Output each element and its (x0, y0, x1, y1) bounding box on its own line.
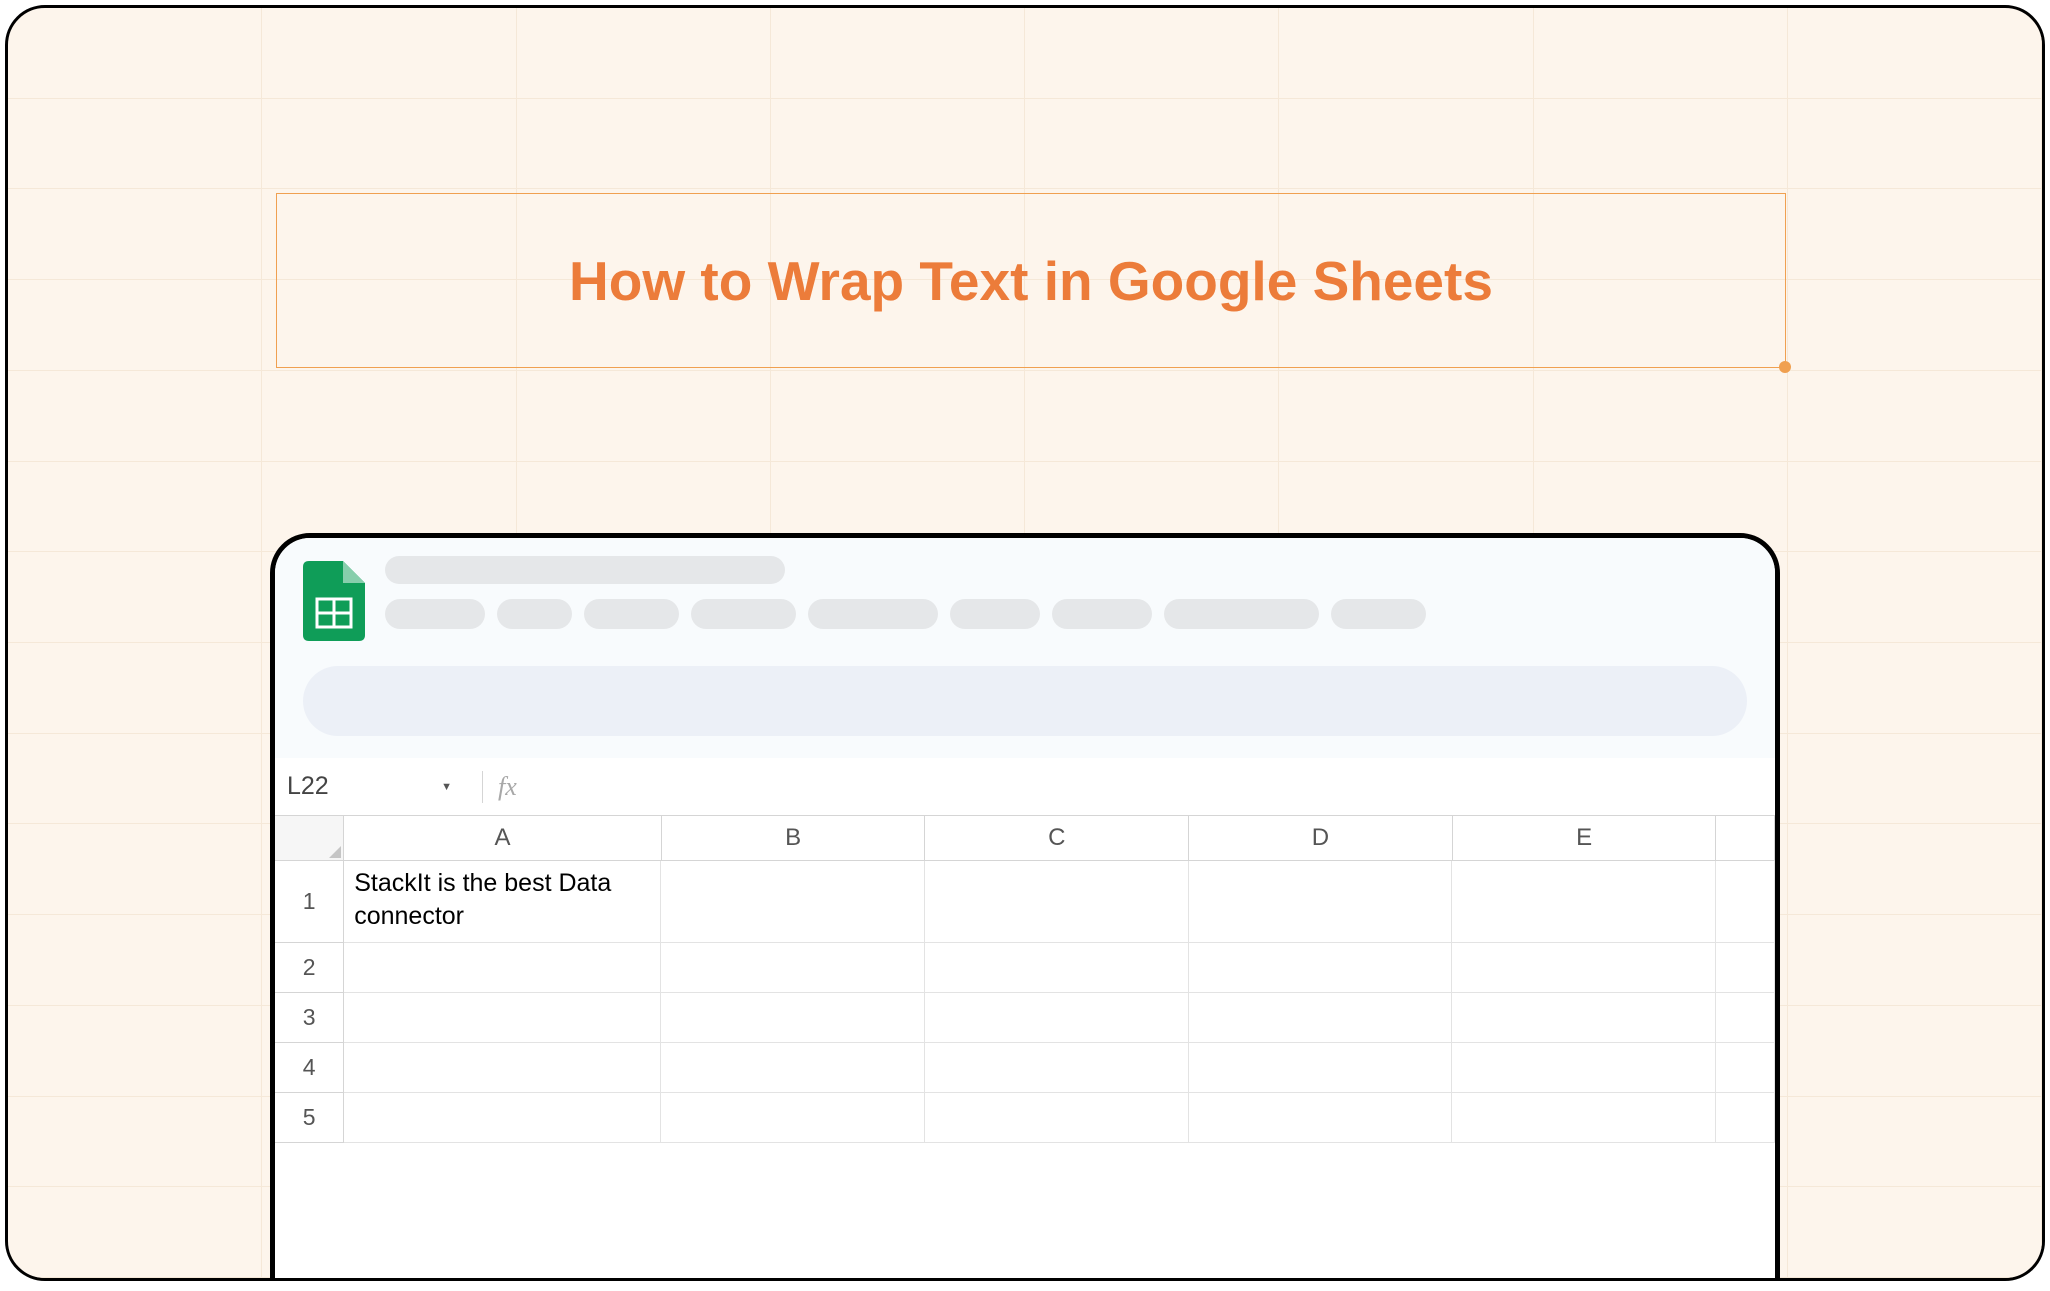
row-header-4[interactable]: 4 (275, 1043, 344, 1093)
row-header-3[interactable]: 3 (275, 993, 344, 1043)
table-row: 4 (275, 1043, 1775, 1093)
menu-item[interactable] (497, 599, 572, 629)
row-header-1[interactable]: 1 (275, 861, 344, 943)
cell-d1[interactable] (1189, 861, 1453, 943)
cell-c2[interactable] (925, 943, 1189, 993)
fx-label: fx (498, 772, 517, 802)
column-header-b[interactable]: B (662, 816, 926, 861)
cell-a4[interactable] (344, 1043, 661, 1093)
name-box[interactable]: L22 ▼ (287, 772, 467, 801)
spreadsheet-grid: A B C D E 1 StackIt is the best Data con… (275, 816, 1775, 1143)
column-header-e[interactable]: E (1453, 816, 1717, 861)
column-header-a[interactable]: A (344, 816, 661, 861)
cell-b4[interactable] (661, 1043, 925, 1093)
cell-c3[interactable] (925, 993, 1189, 1043)
cell-b1[interactable] (661, 861, 925, 943)
column-header-c[interactable]: C (925, 816, 1189, 861)
cell-e1[interactable] (1452, 861, 1716, 943)
selection-handle[interactable] (1779, 361, 1791, 373)
divider (482, 771, 483, 803)
sheets-window: L22 ▼ fx A B C D E 1 StackIt is the best… (270, 533, 1780, 1281)
menu-item[interactable] (385, 599, 485, 629)
menu-item[interactable] (950, 599, 1040, 629)
column-headers: A B C D E (275, 816, 1775, 861)
document-title-placeholder[interactable] (385, 556, 785, 584)
table-row: 5 (275, 1093, 1775, 1143)
table-row: 3 (275, 993, 1775, 1043)
menu-item[interactable] (1164, 599, 1319, 629)
toolbar-area (275, 666, 1775, 758)
cell-a2[interactable] (344, 943, 661, 993)
cell-a3[interactable] (344, 993, 661, 1043)
table-row: 1 StackIt is the best Data connector (275, 861, 1775, 943)
cell-f3[interactable] (1716, 993, 1775, 1043)
cell-d3[interactable] (1189, 993, 1453, 1043)
cell-c4[interactable] (925, 1043, 1189, 1093)
name-box-value: L22 (287, 772, 329, 801)
column-header-d[interactable]: D (1189, 816, 1453, 861)
cell-b3[interactable] (661, 993, 925, 1043)
cell-e2[interactable] (1452, 943, 1716, 993)
page-title: How to Wrap Text in Google Sheets (569, 249, 1493, 313)
cell-f1[interactable] (1716, 861, 1775, 943)
cell-f4[interactable] (1716, 1043, 1775, 1093)
menu-item[interactable] (691, 599, 796, 629)
toolbar-placeholder[interactable] (303, 666, 1747, 736)
menu-row (385, 599, 1747, 629)
name-box-row: L22 ▼ fx (275, 758, 1775, 816)
cell-e5[interactable] (1452, 1093, 1716, 1143)
menu-item[interactable] (808, 599, 938, 629)
title-cell: How to Wrap Text in Google Sheets (276, 193, 1786, 368)
cell-d2[interactable] (1189, 943, 1453, 993)
cell-a1[interactable]: StackIt is the best Data connector (344, 861, 661, 943)
cell-f2[interactable] (1716, 943, 1775, 993)
chevron-down-icon[interactable]: ▼ (441, 781, 452, 793)
menu-item[interactable] (1052, 599, 1152, 629)
select-all-corner[interactable] (275, 816, 344, 861)
cell-d4[interactable] (1189, 1043, 1453, 1093)
table-row: 2 (275, 943, 1775, 993)
cell-d5[interactable] (1189, 1093, 1453, 1143)
sheets-logo-icon (303, 561, 365, 646)
cell-c1[interactable] (925, 861, 1189, 943)
row-header-5[interactable]: 5 (275, 1093, 344, 1143)
cell-b5[interactable] (661, 1093, 925, 1143)
cell-f5[interactable] (1716, 1093, 1775, 1143)
cell-e3[interactable] (1452, 993, 1716, 1043)
outer-frame: How to Wrap Text in Google Sheets (5, 5, 2045, 1281)
cell-c5[interactable] (925, 1093, 1189, 1143)
menu-item[interactable] (584, 599, 679, 629)
cell-e4[interactable] (1452, 1043, 1716, 1093)
cell-a5[interactable] (344, 1093, 661, 1143)
sheets-header (275, 538, 1775, 666)
menu-item[interactable] (1331, 599, 1426, 629)
cell-b2[interactable] (661, 943, 925, 993)
row-header-2[interactable]: 2 (275, 943, 344, 993)
column-header-f[interactable] (1716, 816, 1775, 861)
